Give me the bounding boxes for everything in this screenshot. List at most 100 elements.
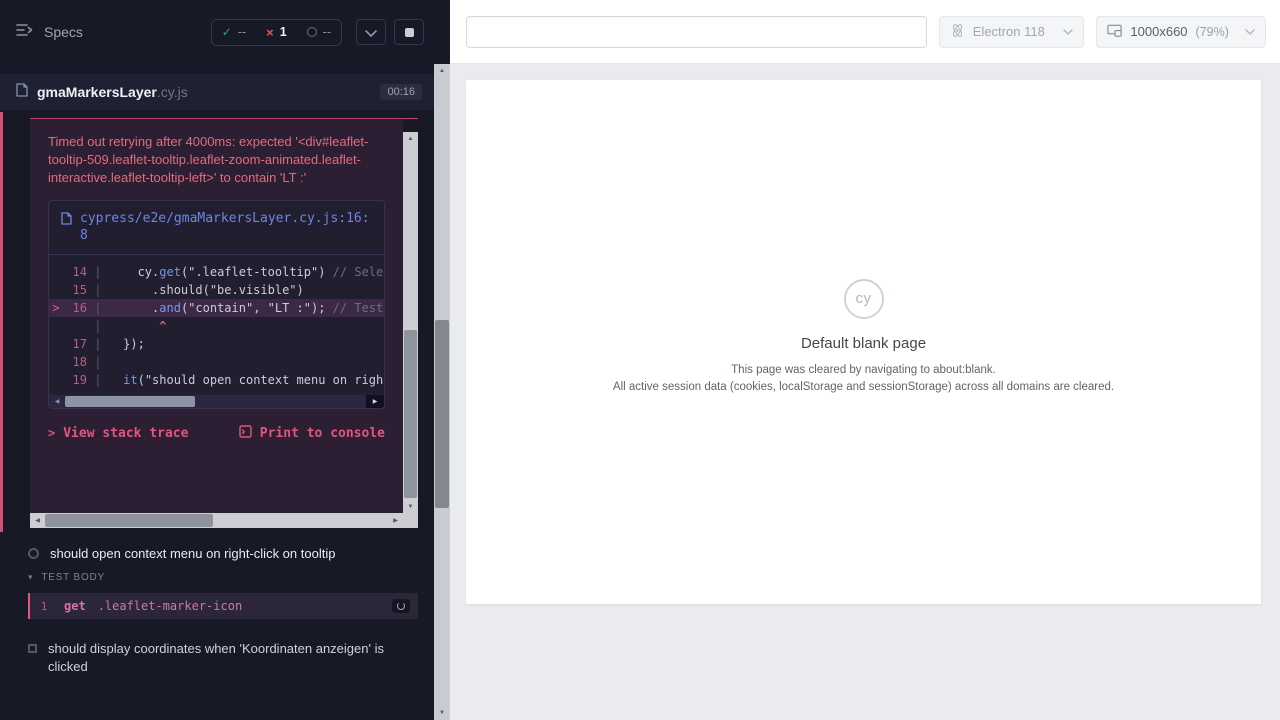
blank-page: cy Default blank page This page was clea… (613, 279, 1114, 395)
code-line: 19 | it("should open context menu on rig… (49, 371, 384, 389)
scroll-right-button[interactable]: ▶ (388, 513, 403, 528)
aut-content: cy Default blank page This page was clea… (450, 64, 1280, 720)
cypress-logo: cy (844, 279, 884, 319)
viewport-size: 1000x660 (1130, 24, 1187, 39)
test-stats: ✓ -- × 1 -- (211, 19, 342, 46)
aut-iframe: cy Default blank page This page was clea… (466, 80, 1261, 604)
code-line: 17 | }); (49, 335, 384, 353)
codeframe-lines: 14 | cy.get(".leaflet-tooltip") // Sele … (49, 255, 384, 391)
error-panel: Timed out retrying after 4000ms: expecte… (30, 119, 403, 513)
command-log-row[interactable]: 1 get .leaflet-marker-icon (28, 593, 418, 619)
chevron-down-icon: ▾ (28, 572, 33, 583)
running-spinner-icon (28, 548, 39, 559)
codeframe-header: cypress/e2e/gmaMarkersLayer.cy.js:16:8 (49, 201, 384, 255)
scroll-right-button[interactable]: ▶ (366, 395, 384, 408)
aut-header: Electron 118 1000x660 (79%) (450, 0, 1280, 64)
chevron-right-icon: > (48, 426, 55, 440)
code-line: 15 | .should("be.visible") (49, 281, 384, 299)
stat-failed: × 1 (256, 20, 297, 45)
scroll-left-button[interactable]: ◀ (30, 513, 45, 528)
scroll-down-button[interactable]: ▼ (403, 500, 418, 513)
specs-menu[interactable]: Specs (16, 23, 83, 42)
command-spinner-badge (392, 599, 410, 613)
print-to-console-link[interactable]: Print to console (239, 425, 385, 442)
spec-name[interactable]: gmaMarkersLayer.cy.js (37, 84, 188, 100)
browser-label: Electron 118 (973, 24, 1045, 39)
error-vertical-scrollbar: ▲ ▼ (403, 132, 418, 513)
print-icon (239, 425, 252, 442)
codeframe-file-link[interactable]: cypress/e2e/gmaMarkersLayer.cy.js:16:8 (80, 210, 372, 245)
passed-check-icon: ✓ (222, 25, 232, 39)
failed-count: 1 (280, 25, 287, 39)
passed-count: -- (238, 25, 246, 39)
codeframe: cypress/e2e/gmaMarkersLayer.cy.js:16:8 1… (48, 200, 385, 409)
error-message: Timed out retrying after 4000ms: expecte… (48, 133, 385, 188)
command-method: get (64, 599, 86, 613)
pending-count: -- (323, 25, 331, 39)
spec-bar: gmaMarkersLayer.cy.js 00:16 (0, 74, 434, 110)
spec-name-text: gmaMarkersLayer (37, 84, 157, 100)
specs-label[interactable]: Specs (44, 24, 83, 40)
scrollbar-corner (403, 513, 418, 528)
error-footer: > View stack trace Print to console (30, 409, 403, 458)
reporter-header: Specs ✓ -- × 1 -- (0, 0, 434, 64)
viewport-icon (1107, 24, 1122, 40)
command-message: .leaflet-marker-icon (98, 599, 243, 613)
scroll-up-button[interactable]: ▲ (403, 132, 418, 145)
electron-icon (950, 23, 965, 41)
code-line: >16 | .and("contain", "LT :"); // Test (49, 299, 384, 317)
stat-passed: ✓ -- (212, 20, 256, 44)
scroll-down-button[interactable]: ▼ (434, 706, 450, 720)
scroll-left-button[interactable]: ◀ (49, 395, 65, 408)
stop-button[interactable] (394, 19, 424, 45)
test-pending-row[interactable]: should display coordinates when 'Koordin… (0, 636, 420, 680)
command-number: 1 (30, 600, 58, 613)
blank-page-line1: This page was cleared by navigating to a… (613, 362, 1114, 379)
cypress-runner: Specs ✓ -- × 1 -- (0, 0, 1280, 720)
aut-panel: Electron 118 1000x660 (79%) (450, 0, 1280, 720)
scroll-thumb[interactable] (65, 396, 195, 407)
specs-list-icon[interactable] (16, 23, 34, 42)
scroll-track (65, 395, 366, 408)
view-stack-trace-link[interactable]: > View stack trace (48, 426, 188, 441)
failed-x-icon: × (266, 25, 274, 40)
url-input[interactable] (466, 16, 927, 48)
pending-square-icon (28, 644, 37, 653)
scroll-up-button[interactable]: ▲ (434, 64, 450, 78)
pending-test-title: should display coordinates when 'Koordin… (48, 640, 404, 676)
code-line: 18 | (49, 353, 384, 371)
chevron-down-icon (1063, 29, 1073, 35)
test-body-label: TEST BODY (41, 572, 105, 583)
chevron-down-icon (365, 25, 377, 40)
collapse-all-button[interactable] (356, 19, 386, 45)
stop-icon (405, 28, 414, 37)
blank-page-line2: All active session data (cookies, localS… (613, 379, 1114, 396)
spinner-icon (397, 602, 405, 610)
code-line: 14 | cy.get(".leaflet-tooltip") // Sele (49, 263, 384, 281)
scroll-thumb[interactable] (404, 330, 417, 498)
test-body-section[interactable]: ▾ TEST BODY (28, 572, 105, 583)
scroll-thumb[interactable] (435, 320, 449, 508)
reporter-panel: Specs ✓ -- × 1 -- (0, 0, 450, 720)
viewport-select[interactable]: 1000x660 (79%) (1096, 16, 1266, 48)
spec-ext-text: .cy.js (157, 84, 188, 100)
pending-circle-icon (307, 27, 317, 37)
code-line: | ^ (49, 317, 384, 335)
spec-file-icon (16, 83, 28, 102)
browser-select[interactable]: Electron 118 (939, 16, 1085, 48)
error-horizontal-scrollbar: ◀ ▶ (30, 513, 403, 528)
scroll-thumb[interactable] (45, 514, 213, 527)
test-running-row[interactable]: should open context menu on right-click … (0, 542, 434, 565)
print-to-console-label: Print to console (260, 426, 385, 441)
cypress-logo-text: cy (856, 290, 872, 307)
codeframe-file-icon (61, 212, 72, 231)
failed-attempt-border (0, 112, 3, 532)
spec-duration: 00:16 (380, 84, 422, 100)
reporter-controls (356, 19, 424, 45)
scroll-track (45, 513, 388, 528)
blank-page-title: Default blank page (613, 335, 1114, 352)
reporter-scrollbar: ▲ ▼ (434, 64, 450, 720)
codeframe-horizontal-scrollbar: ◀ ▶ (49, 395, 384, 408)
view-stack-trace-label: View stack trace (63, 426, 188, 441)
running-test-title: should open context menu on right-click … (50, 546, 335, 561)
